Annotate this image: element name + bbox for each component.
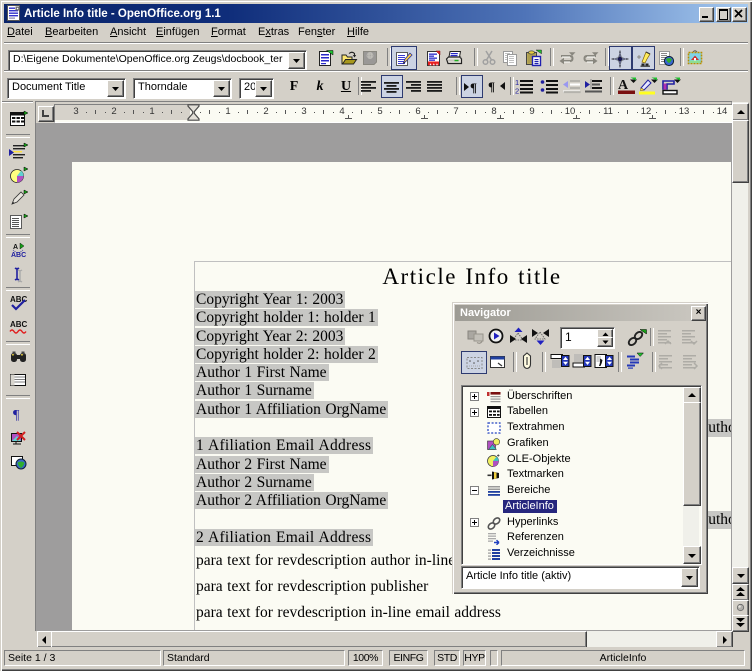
svg-text:ABC: ABC [11, 252, 26, 259]
svg-text:2: 2 [515, 87, 519, 95]
svg-text:ABC: ABC [10, 295, 28, 304]
svg-text:¶: ¶ [470, 80, 477, 95]
svg-text:ABC: ABC [10, 320, 28, 329]
svg-text:A: A [13, 244, 18, 251]
svg-text:¶: ¶ [488, 79, 495, 94]
svg-text:¶: ¶ [13, 408, 20, 423]
